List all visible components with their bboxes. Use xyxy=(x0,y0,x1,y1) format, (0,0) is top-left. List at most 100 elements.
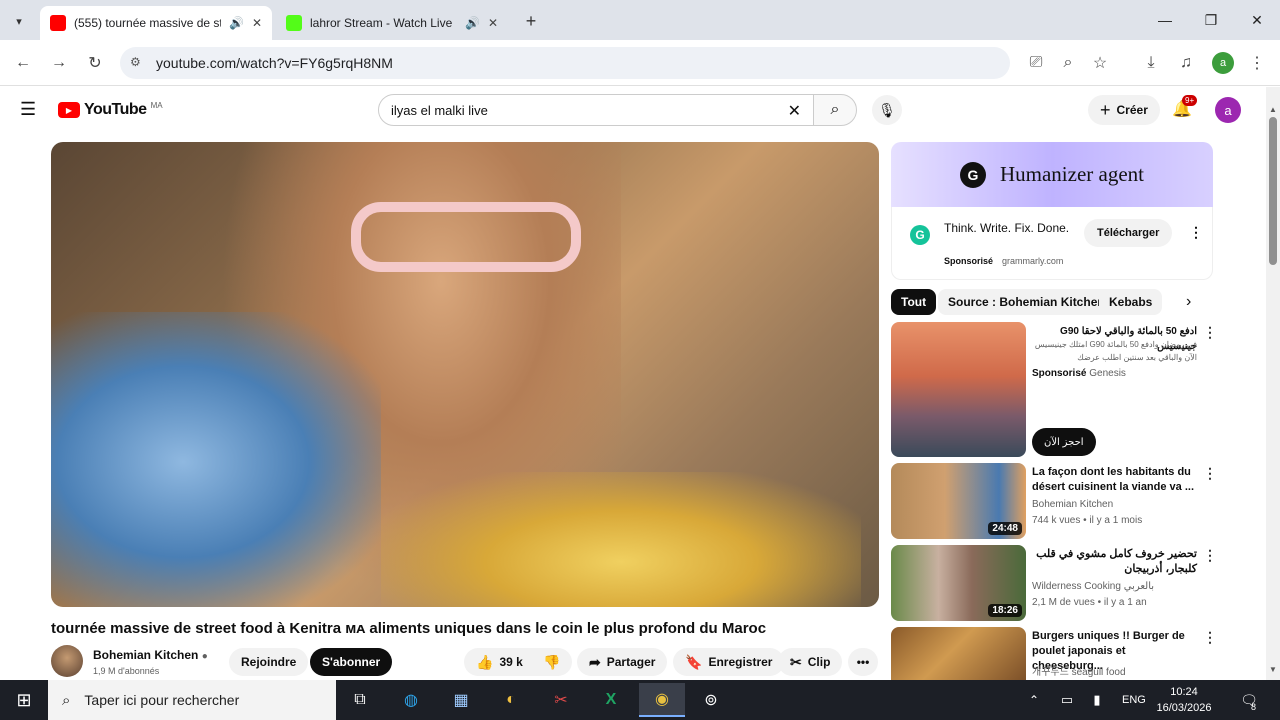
zoom-icon[interactable]: ⌕ xyxy=(1057,52,1079,74)
browser-menu-icon[interactable]: ⋮ xyxy=(1246,52,1268,74)
clock-time: 10:24 xyxy=(1170,686,1198,698)
edge-browser-icon[interactable]: ◍ xyxy=(391,686,431,714)
recommendation-menu-icon[interactable]: ⋮ xyxy=(1203,629,1211,646)
snipping-tool-icon[interactable]: ✂ xyxy=(541,686,581,714)
chip-kebabs[interactable]: Kebabs xyxy=(1099,289,1163,315)
language-indicator[interactable]: ENG xyxy=(1122,694,1146,706)
recommendation-channel[interactable]: Wilderness Cooking بالعربي xyxy=(1032,581,1154,592)
book-now-button[interactable]: احجز الآن xyxy=(1032,428,1096,456)
ad-body: G Think. Write. Fix. Done. Sponsorisé gr… xyxy=(891,207,1213,280)
video-player[interactable] xyxy=(51,142,879,607)
search-input[interactable]: ilyas el malki live ✕ xyxy=(378,94,814,126)
task-view-icon[interactable]: ⧉ xyxy=(340,686,380,714)
ad-domain: grammarly.com xyxy=(1002,256,1064,266)
taskbar-clock[interactable]: 10:24 16/03/2026 xyxy=(1152,684,1216,716)
grammarly-icon: G xyxy=(910,225,930,245)
recommendation-title[interactable]: La façon dont les habitants du désert cu… xyxy=(1032,465,1197,495)
recommendation-menu-icon[interactable]: ⋮ xyxy=(1203,465,1217,482)
site-info-icon[interactable]: ⚙ xyxy=(130,55,141,69)
bookmark-star-icon[interactable]: ☆ xyxy=(1089,52,1111,74)
device-icon[interactable]: ▭ xyxy=(1050,686,1084,714)
verified-icon: ● xyxy=(201,651,208,662)
ad-download-button[interactable]: Télécharger xyxy=(1084,219,1173,247)
create-button[interactable]: + Créer xyxy=(1088,95,1160,125)
recommendation-title[interactable]: تحضير خروف كامل مشوي في قلب كلبجار، أذرب… xyxy=(1032,547,1197,577)
forward-button[interactable]: → xyxy=(48,52,70,74)
speaker-icon[interactable]: 🔊 xyxy=(229,16,244,30)
minimize-button[interactable]: — xyxy=(1142,0,1188,40)
new-tab-button[interactable]: + xyxy=(520,10,542,32)
address-bar[interactable]: ⚙ youtube.com/watch?v=FY6g5rqH8NM xyxy=(120,47,1010,79)
page-scrollbar[interactable]: ▲ ▼ xyxy=(1266,87,1280,680)
recommendation-item[interactable]: Burgers uniques !! Burger de poulet japo… xyxy=(891,627,1211,680)
close-window-button[interactable]: ✕ xyxy=(1234,0,1280,40)
recommendation-thumbnail[interactable] xyxy=(891,322,1026,457)
recommendation-title[interactable]: ادفع 50 بالمائة والباقي لاحقا G90 جينيسي… xyxy=(1032,324,1197,354)
like-button[interactable]: 👍 39 k xyxy=(464,648,533,676)
account-avatar[interactable]: a xyxy=(1215,97,1241,123)
recommendation-thumbnail[interactable]: 24:48 xyxy=(891,463,1026,539)
back-button[interactable]: ← xyxy=(12,52,34,74)
speaker-icon[interactable]: 🔊 xyxy=(465,16,480,30)
recommendation-thumbnail[interactable] xyxy=(891,627,1026,680)
hamburger-menu-icon[interactable]: ☰ xyxy=(20,99,36,120)
channel-avatar[interactable] xyxy=(51,645,83,677)
scroll-up-arrow-icon[interactable]: ▲ xyxy=(1269,105,1277,114)
recommendation-item[interactable]: 24:48 La façon dont les habitants du dés… xyxy=(891,463,1217,539)
chrome-icon[interactable]: ◉ xyxy=(639,683,685,717)
more-actions-button[interactable]: ••• xyxy=(848,648,878,676)
recommendation-item[interactable]: ادفع 50 بالمائة والباقي لاحقا G90 جينيسي… xyxy=(891,322,1217,457)
dislike-button[interactable]: 👎 xyxy=(531,648,573,676)
taskbar-search-box[interactable]: ⌕ Taper ici pour rechercher xyxy=(48,680,336,720)
youtube-logo[interactable]: ▶ YouTube MA xyxy=(58,101,163,119)
calculator-icon[interactable]: ▦ xyxy=(441,686,481,714)
tab-stream[interactable]: lahror Stream - Watch Live 🔊 ✕ xyxy=(276,6,508,40)
recommendation-menu-icon[interactable]: ⋮ xyxy=(1203,324,1217,341)
windows-start-icon[interactable]: ⊞ xyxy=(4,686,44,714)
ad-banner[interactable]: G Humanizer agent xyxy=(891,142,1213,207)
recommendation-line3: الآن والباقي بعد سنتين اطلب عرضك xyxy=(1077,353,1197,362)
subscribe-button[interactable]: S'abonner xyxy=(310,648,393,676)
excel-icon[interactable]: X xyxy=(591,686,631,714)
tab-youtube[interactable]: (555) tournée massive de st 🔊 ✕ xyxy=(40,6,272,40)
close-tab-icon[interactable]: ✕ xyxy=(488,16,498,30)
channel-name[interactable]: Bohemian Kitchen ● xyxy=(93,648,208,662)
subscribe-label: S'abonner xyxy=(322,655,381,669)
battery-icon[interactable]: ▮ xyxy=(1080,686,1114,714)
voice-search-button[interactable]: 🎙 xyxy=(872,95,902,125)
recommendation-thumbnail[interactable]: 18:26 xyxy=(891,545,1026,621)
restore-button[interactable]: ❐ xyxy=(1188,0,1234,40)
ad-headline[interactable]: Think. Write. Fix. Done. xyxy=(944,220,1074,236)
ad-menu-icon[interactable]: ⋮ xyxy=(1189,224,1203,241)
recommendation-item[interactable]: 18:26 تحضير خروف كامل مشوي في قلب كلبجار… xyxy=(891,545,1217,621)
media-control-icon[interactable]: ♫ xyxy=(1175,52,1197,74)
join-button[interactable]: Rejoindre xyxy=(229,648,309,676)
scrollbar-thumb[interactable] xyxy=(1269,117,1277,265)
chips-next-icon[interactable]: › xyxy=(1186,293,1191,311)
scroll-down-arrow-icon[interactable]: ▼ xyxy=(1269,665,1277,674)
chip-source[interactable]: Source : Bohemian Kitchen xyxy=(938,289,1115,315)
chip-all[interactable]: Tout xyxy=(891,289,937,315)
install-app-icon[interactable]: ⎚ xyxy=(1025,52,1047,74)
hidden-icons-arrow-icon[interactable]: ⌃ xyxy=(1017,686,1051,714)
bookmark-icon: 🔖 xyxy=(685,653,703,670)
microphone-icon: 🎙 xyxy=(878,101,896,118)
paint-icon[interactable]: ◐ xyxy=(491,686,531,714)
close-tab-icon[interactable]: ✕ xyxy=(252,16,262,30)
notifications-button[interactable]: 🔔 9+ xyxy=(1172,95,1198,119)
share-button[interactable]: ➦ Partager xyxy=(577,648,668,676)
tab-list-button[interactable]: ▾ xyxy=(8,10,30,32)
notification-center-icon[interactable]: 🗨 xyxy=(1232,686,1266,714)
clip-button[interactable]: ✂ Clip xyxy=(778,648,843,676)
clear-search-icon[interactable]: ✕ xyxy=(788,101,801,121)
recommendation-menu-icon[interactable]: ⋮ xyxy=(1203,547,1217,564)
recommendation-channel[interactable]: Bohemian Kitchen xyxy=(1032,499,1113,510)
search-button[interactable]: ⌕ xyxy=(813,94,857,126)
reload-button[interactable]: ↻ xyxy=(84,52,106,74)
download-icon[interactable]: ⤓ xyxy=(1140,52,1162,74)
recommendation-channel[interactable]: 개꾸두드 seagull food xyxy=(1032,663,1126,678)
save-button[interactable]: 🔖 Enregistrer xyxy=(673,648,785,676)
profile-avatar[interactable]: a xyxy=(1212,52,1234,74)
obs-record-icon[interactable]: ⊚ xyxy=(691,686,731,714)
save-label: Enregistrer xyxy=(708,655,773,669)
